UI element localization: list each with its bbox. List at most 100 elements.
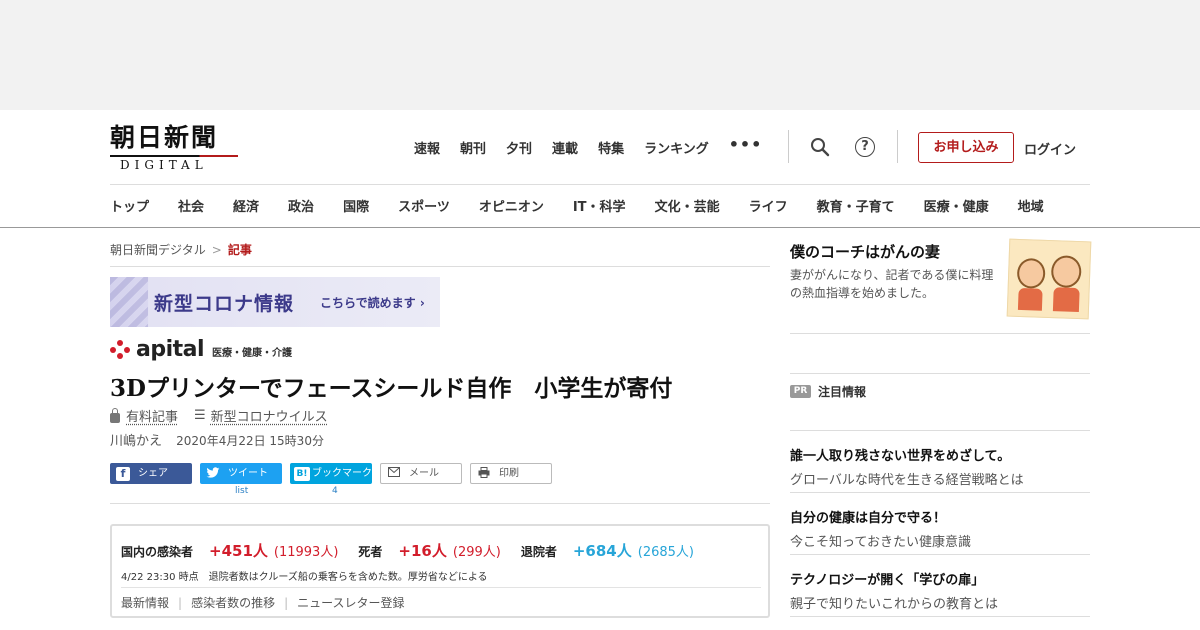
logo-underline (110, 155, 238, 157)
topnav-item-morning[interactable]: 朝刊 (460, 138, 486, 157)
mail-icon (387, 466, 401, 481)
discharged-total: (2685人) (637, 545, 694, 560)
category-item-politics[interactable]: 政治 (288, 196, 314, 215)
deaths-label: 死者 (358, 545, 383, 559)
apital-wordmark: apital (136, 337, 205, 362)
covid-stats-box: 国内の感染者 +451人 (11993人) 死者 +16人 (299人) 退院者… (110, 524, 770, 618)
pr-item-desc: 親子で知りたいこれからの教育とは (790, 597, 999, 612)
header-divider (788, 130, 789, 163)
deaths-new: +16人 (398, 542, 447, 560)
category-item-top[interactable]: トップ (110, 196, 149, 215)
promo-illustration (1006, 238, 1092, 320)
facebook-share-button[interactable]: f シェア (110, 463, 192, 484)
corona-info-banner[interactable]: 新型コロナ情報 こちらで読めます › (110, 277, 440, 327)
print-label: 印刷 (499, 468, 519, 479)
topnav-item-series[interactable]: 連載 (552, 138, 578, 157)
category-item-life[interactable]: ライフ (749, 196, 788, 215)
latest-info-link[interactable]: 最新情報 (121, 596, 169, 610)
corona-banner-link: こちらで読めます › (320, 296, 425, 310)
infected-new: +451人 (209, 542, 268, 560)
twitter-icon (206, 466, 220, 481)
discharged-new: +684人 (572, 542, 632, 560)
print-button[interactable]: 印刷 (470, 463, 552, 484)
pr-section-header: PR 注目情報 (790, 373, 1090, 431)
hatena-bookmark-label: ブックマーク (312, 468, 372, 479)
pr-item-title: テクノロジーが開く「学びの扉」 (790, 573, 985, 588)
category-item-opinion[interactable]: オピニオン (479, 196, 544, 215)
topnav-item-flash[interactable]: 速報 (414, 138, 440, 157)
deaths-total: (299人) (452, 545, 501, 560)
topnav-item-features[interactable]: 特集 (598, 138, 624, 157)
asahi-digital-logo[interactable]: 朝日新聞 DIGITAL (110, 123, 240, 172)
stats-note: 4/22 23:30 時点 退院者数はクルーズ船の乗客らを含めた数。厚労省などに… (121, 572, 488, 583)
pr-item-desc: グローバルな時代を生きる経営戦略とは (790, 473, 1024, 488)
category-item-culture[interactable]: 文化・芸能 (655, 196, 720, 215)
login-link[interactable]: ログイン (1024, 139, 1076, 158)
topnav-item-evening[interactable]: 夕刊 (506, 138, 532, 157)
category-item-education[interactable]: 教育・子育て (817, 196, 895, 215)
logo-subtitle: DIGITAL (120, 158, 208, 172)
category-item-it-science[interactable]: IT・科学 (573, 196, 626, 215)
discharged-label: 退院者 (520, 545, 557, 559)
hatena-icon: B! (294, 466, 310, 481)
stats-links: 最新情報 | 感染者数の推移 | ニュースレター登録 (121, 594, 405, 611)
top-nav: 速報 朝刊 夕刊 連載 特集 ランキング ••• (414, 137, 782, 158)
breadcrumb-separator: > (211, 243, 222, 257)
pr-badge: PR (790, 385, 811, 398)
lock-icon (110, 407, 120, 423)
list-icon: ☰ (194, 408, 206, 423)
author-name: 川嶋かえ (110, 434, 163, 449)
pr-item-title: 誰一人取り残さない世界をめざして。 (790, 449, 1011, 464)
more-menu-icon[interactable]: ••• (729, 137, 763, 157)
logo-wordmark: 朝日新聞 (110, 123, 219, 152)
pr-item-desc: 今こそ知っておきたい健康意識 (790, 535, 971, 550)
breadcrumb: 朝日新聞デジタル > 記事 (110, 241, 252, 258)
case-trend-link[interactable]: 感染者数の推移 (191, 596, 275, 610)
series-promo[interactable]: 僕のコーチはがんの妻 妻ががんになり、記者である僕に料理の熱血指導を始めました。 (790, 238, 1092, 334)
article-meta: 有料記事 ☰ 新型コロナウイルス (110, 406, 328, 425)
pr-item[interactable]: 自分の健康は自分で守る！ 今こそ知っておきたい健康意識 (790, 493, 1090, 555)
share-buttons: f シェア ツイート B! ブックマーク メール 印刷 (110, 463, 560, 484)
help-icon[interactable]: ? (855, 137, 875, 157)
pr-section-title: 注目情報 (818, 385, 867, 399)
mail-share-button[interactable]: メール (380, 463, 462, 484)
category-item-health[interactable]: 医療・健康 (924, 196, 989, 215)
topic-link[interactable]: 新型コロナウイルス (211, 406, 328, 425)
topnav-item-ranking[interactable]: ランキング (644, 138, 709, 157)
newsletter-link[interactable]: ニュースレター登録 (297, 596, 404, 610)
paid-article-label[interactable]: 有料記事 (126, 406, 178, 425)
article-headline: 3Dプリンターでフェースシールド自作 小学生が寄付 (110, 375, 673, 402)
apital-logo-icon (110, 340, 130, 360)
category-item-local[interactable]: 地域 (1018, 196, 1044, 215)
promo-description: 妻ががんになり、記者である僕に料理の熱血指導を始めました。 (790, 268, 994, 300)
subscribe-button[interactable]: お申し込み (918, 132, 1014, 163)
promo-title: 僕のコーチはがんの妻 (790, 243, 941, 261)
link-separator: | (178, 596, 183, 610)
category-item-sports[interactable]: スポーツ (398, 196, 450, 215)
facebook-share-label: シェア (138, 468, 168, 479)
ad-banner-area (0, 0, 1200, 110)
breadcrumb-home[interactable]: 朝日新聞デジタル (110, 243, 206, 257)
pr-item[interactable]: 誰一人取り残さない世界をめざして。 グローバルな時代を生きる経営戦略とは (790, 431, 1090, 493)
stats-rule (121, 587, 761, 588)
header-divider (897, 130, 898, 163)
twitter-share-button[interactable]: ツイート (200, 463, 282, 484)
site-header: 朝日新聞 DIGITAL 速報 朝刊 夕刊 連載 特集 ランキング ••• ? … (0, 110, 1200, 228)
hatena-count[interactable]: 4 (332, 486, 338, 496)
facebook-icon: f (116, 466, 130, 481)
twitter-count[interactable]: list (235, 486, 248, 496)
category-item-society[interactable]: 社会 (178, 196, 204, 215)
category-item-economy[interactable]: 経済 (233, 196, 259, 215)
printer-icon (477, 466, 491, 481)
twitter-share-label: ツイート (228, 468, 268, 479)
hatena-bookmark-button[interactable]: B! ブックマーク (290, 463, 372, 484)
apital-label[interactable]: apital 医療・健康・介護 (110, 337, 292, 362)
category-item-international[interactable]: 国際 (343, 196, 369, 215)
mail-share-label: メール (409, 468, 439, 479)
pr-item[interactable]: テクノロジーが開く「学びの扉」 親子で知りたいこれからの教育とは (790, 555, 1090, 617)
pr-item-title: 自分の健康は自分で守る！ (790, 511, 947, 526)
link-separator: | (284, 596, 289, 610)
search-icon[interactable] (810, 137, 830, 157)
breadcrumb-current: 記事 (227, 243, 252, 257)
breadcrumb-rule (110, 266, 770, 267)
